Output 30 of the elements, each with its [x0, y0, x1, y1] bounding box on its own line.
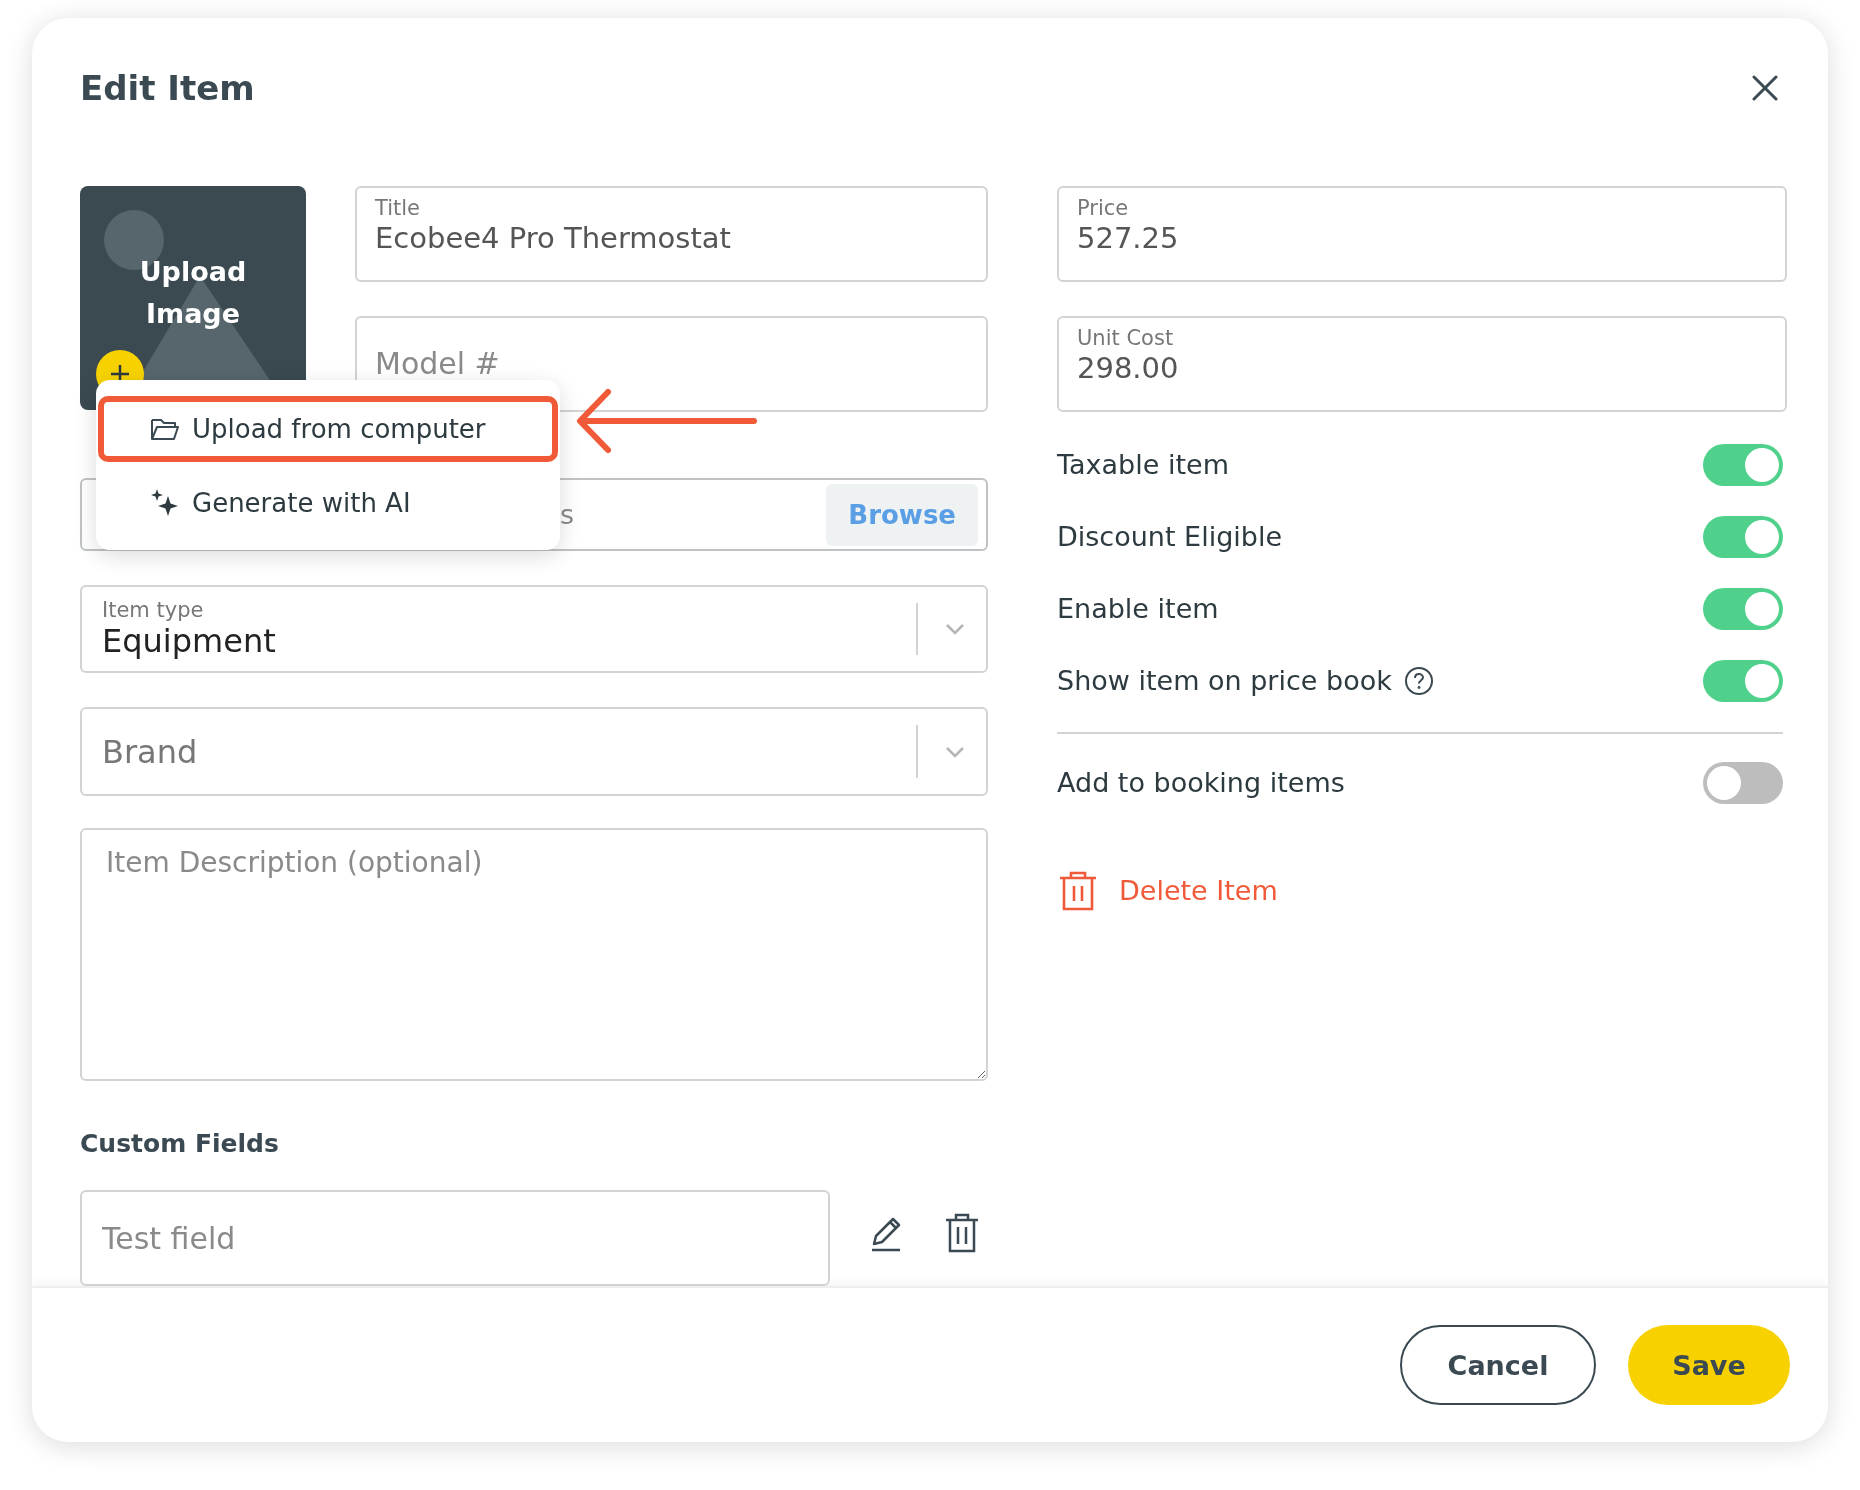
dialog-title: Edit Item — [80, 67, 255, 108]
toggle-switch[interactable] — [1703, 659, 1783, 702]
chevron-down-icon — [944, 622, 966, 637]
sparkle-icon — [150, 487, 180, 518]
description-field[interactable]: Item Description (optional) — [80, 827, 988, 1082]
model-field[interactable]: Model # — [355, 315, 988, 412]
menu-item[interactable]: Generate with AI — [98, 469, 558, 536]
price-field[interactable]: Price 527.25 — [1057, 185, 1787, 282]
unit-cost-field[interactable]: Unit Cost 298.00 — [1057, 315, 1787, 412]
toggle-label: Add to booking items — [1057, 767, 1345, 799]
toggle-switch[interactable] — [1703, 515, 1783, 558]
close-icon[interactable] — [1752, 74, 1778, 101]
brand-select[interactable]: Brand — [80, 707, 988, 796]
item-type-select[interactable]: Item type Equipment — [80, 585, 988, 674]
chevron-down-icon — [944, 744, 966, 759]
save-button[interactable]: Save — [1628, 1325, 1790, 1406]
trash-icon — [1057, 869, 1099, 912]
cancel-button[interactable]: Cancel — [1400, 1325, 1596, 1406]
toggle-switch[interactable] — [1703, 443, 1783, 486]
help-icon[interactable] — [1403, 665, 1434, 696]
menu-item[interactable]: Upload from computer — [98, 395, 558, 462]
title-field[interactable]: Title Ecobee4 Pro Thermostat — [355, 185, 988, 282]
toggle-label: Enable item — [1057, 593, 1219, 625]
custom-field-input[interactable]: Test field — [80, 1190, 830, 1287]
toggle-switch[interactable] — [1703, 587, 1783, 630]
toggle-label: Taxable item — [1057, 449, 1229, 481]
toggle-switch[interactable] — [1703, 761, 1783, 804]
toggle-label: Discount Eligible — [1057, 521, 1283, 553]
toggle-label: Show item on price book — [1057, 665, 1392, 697]
section-heading: Custom Fields — [80, 1129, 280, 1159]
